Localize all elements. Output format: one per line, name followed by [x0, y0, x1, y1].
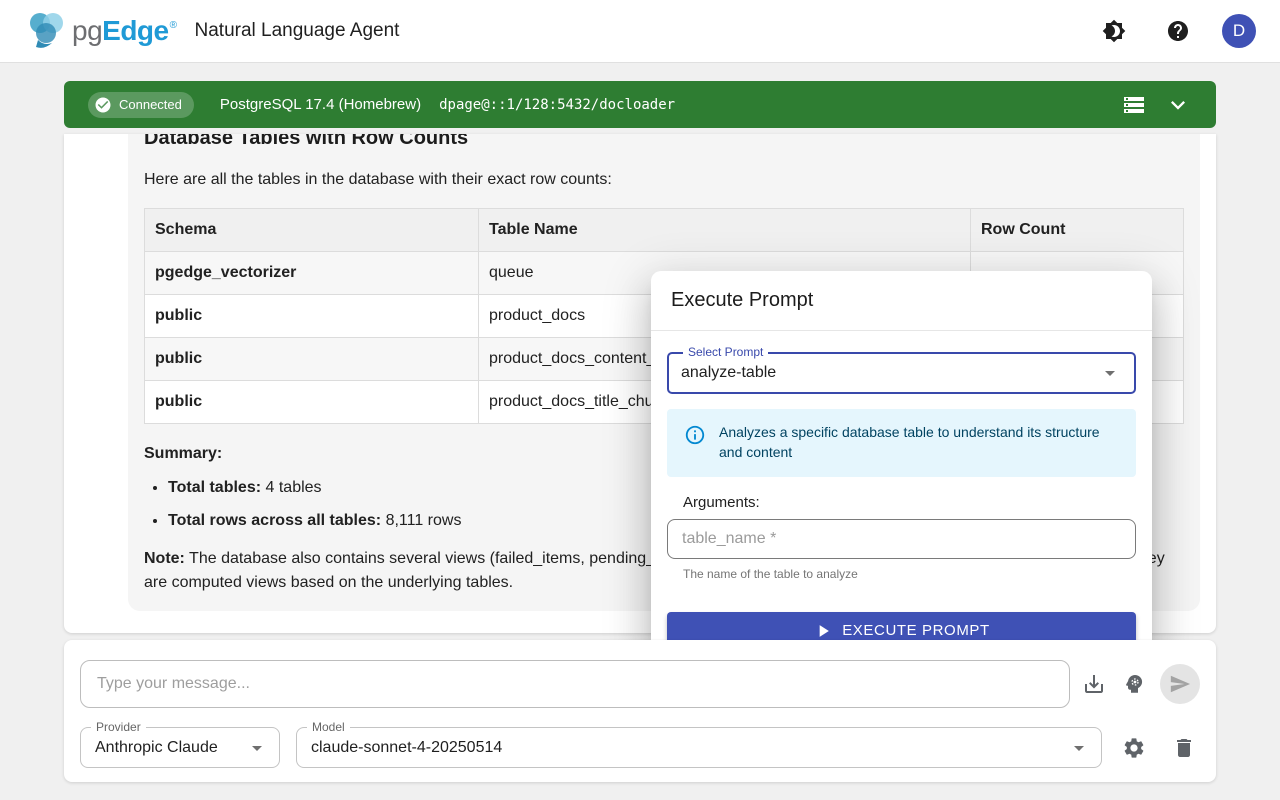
check-circle-icon: [94, 96, 112, 114]
page-title: Natural Language Agent: [195, 20, 400, 42]
select-prompt-label: Select Prompt: [683, 345, 768, 359]
message-heading: Database Tables with Row Counts: [144, 134, 1184, 152]
message-intro: Here are all the tables in the database …: [144, 168, 1184, 192]
app-header: pgEdge® Natural Language Agent D: [0, 0, 1280, 63]
help-icon: [1166, 19, 1190, 43]
info-icon: [684, 424, 706, 446]
connection-status-badge: Connected: [88, 92, 194, 118]
prompt-description: Analyzes a specific database table to un…: [719, 422, 1122, 477]
pgedge-logo: pgEdge®: [24, 10, 177, 52]
select-prompt-dropdown[interactable]: Select Prompt analyze-table: [667, 352, 1136, 394]
server-version-text: PostgreSQL 17.4 (Homebrew): [220, 96, 421, 113]
cell-schema: public: [145, 295, 479, 338]
execute-prompt-button-label: EXECUTE PROMPT: [842, 622, 990, 639]
dialog-divider: [651, 330, 1152, 331]
chevron-down-icon[interactable]: [1164, 91, 1192, 119]
select-prompt-value: analyze-table: [681, 364, 776, 382]
chat-input-panel: Provider Anthropic Claude Model claude-s…: [64, 640, 1216, 782]
settings-button[interactable]: [1114, 728, 1154, 768]
clear-chat-button[interactable]: [1164, 728, 1204, 768]
dropdown-arrow-icon: [245, 736, 269, 760]
database-details-icon[interactable]: [1122, 93, 1146, 117]
dialog-title: Execute Prompt: [671, 289, 813, 312]
summary-item-label: Total rows across all tables:: [168, 512, 381, 529]
model-label: Model: [307, 720, 350, 734]
trash-icon: [1172, 736, 1196, 760]
wordmark-registered: ®: [170, 20, 177, 31]
user-avatar[interactable]: D: [1222, 14, 1256, 48]
send-button[interactable]: [1160, 664, 1200, 704]
table-name-input[interactable]: [667, 519, 1136, 559]
pgedge-wordmark: pgEdge®: [72, 15, 177, 47]
cell-schema: public: [145, 338, 479, 381]
prompts-button[interactable]: [1114, 664, 1154, 704]
cell-schema: public: [145, 381, 479, 424]
prompt-info-alert: Analyzes a specific database table to un…: [667, 409, 1136, 477]
model-value: claude-sonnet-4-20250514: [311, 739, 502, 757]
summary-item-value: 4 tables: [266, 479, 322, 496]
download-button[interactable]: [1074, 664, 1114, 704]
execute-prompt-dialog: Execute Prompt Select Prompt analyze-tab…: [651, 271, 1152, 666]
cell-schema: pgedge_vectorizer: [145, 252, 479, 295]
provider-label: Provider: [91, 720, 146, 734]
dark-mode-icon: [1102, 19, 1126, 43]
dropdown-arrow-icon: [1067, 736, 1091, 760]
message-input[interactable]: [80, 660, 1070, 708]
theme-toggle-button[interactable]: [1094, 11, 1134, 51]
connection-string: dpage@::1/128:5432/docloader: [439, 97, 675, 113]
provider-select[interactable]: Provider Anthropic Claude: [80, 727, 280, 768]
provider-value: Anthropic Claude: [95, 739, 218, 757]
gear-icon: [1122, 736, 1146, 760]
download-icon: [1082, 672, 1106, 696]
summary-item-value: 8,111 rows: [386, 512, 462, 529]
connection-status-text: Connected: [119, 97, 182, 112]
note-label: Note:: [144, 550, 185, 567]
summary-item-label: Total tables:: [168, 479, 261, 496]
column-header-table-name: Table Name: [479, 209, 971, 252]
psychology-icon: [1122, 672, 1146, 696]
table-header-row: Schema Table Name Row Count: [145, 209, 1184, 252]
pgedge-logo-icon: [24, 10, 70, 52]
column-header-schema: Schema: [145, 209, 479, 252]
play-icon: [813, 621, 833, 641]
column-header-row-count: Row Count: [971, 209, 1184, 252]
wordmark-pg: pg: [72, 15, 102, 47]
dropdown-arrow-icon: [1098, 361, 1122, 385]
send-icon: [1169, 673, 1191, 695]
wordmark-edge: Edge: [102, 15, 168, 47]
argument-helper-text: The name of the table to analyze: [683, 567, 858, 581]
help-button[interactable]: [1158, 11, 1198, 51]
model-select[interactable]: Model claude-sonnet-4-20250514: [296, 727, 1102, 768]
connection-bar: Connected PostgreSQL 17.4 (Homebrew) dpa…: [64, 81, 1216, 128]
arguments-label: Arguments:: [683, 494, 760, 511]
